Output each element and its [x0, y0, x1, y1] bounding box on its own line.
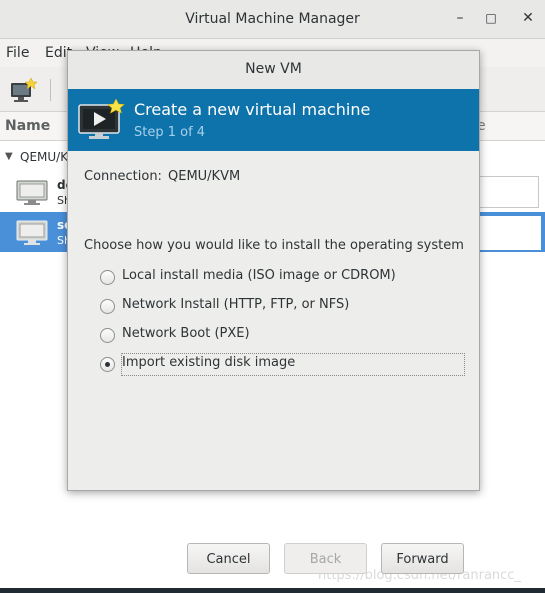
new-vm-toolbar-button[interactable]	[8, 75, 38, 103]
radio-button[interactable]	[100, 299, 115, 314]
new-vm-banner-icon	[78, 99, 125, 139]
vm-monitor-icon	[16, 180, 48, 205]
wizard-banner: Create a new virtual machine Step 1 of 4	[68, 89, 479, 151]
desktop-edge	[0, 588, 545, 593]
connection-field-value: QEMU/KVM	[168, 169, 241, 184]
menu-file[interactable]: File	[6, 45, 29, 61]
cancel-button[interactable]: Cancel	[187, 543, 270, 574]
dialog-titlebar[interactable]: New VM	[68, 51, 479, 90]
back-button[interactable]: Back	[284, 543, 367, 574]
new-vm-dialog: New VM Create a new virtual machine Step…	[67, 50, 480, 574]
new-vm-icon	[11, 77, 38, 102]
cpu-usage-graph	[475, 176, 539, 208]
option-import-disk-image[interactable]: Import existing disk image	[100, 353, 466, 376]
banner-title: Create a new virtual machine	[134, 100, 371, 119]
vm-monitor-icon	[16, 220, 48, 245]
dialog-content: Connection: QEMU/KVM Choose how you woul…	[68, 151, 479, 574]
radio-button[interactable]	[100, 328, 115, 343]
dialog-title: New VM	[245, 61, 302, 77]
option-local-install-media[interactable]: Local install media (ISO image or CDROM)	[100, 268, 466, 288]
option-label: Network Boot (PXE)	[122, 326, 250, 341]
main-titlebar[interactable]: Virtual Machine Manager – □ ✕	[0, 0, 545, 39]
option-label: Local install media (ISO image or CDROM)	[122, 268, 396, 283]
expand-triangle-icon[interactable]: ▼	[5, 151, 13, 162]
connection-field-label: Connection:	[84, 169, 162, 184]
cpu-usage-graph	[475, 216, 541, 250]
maximize-button[interactable]: □	[481, 8, 501, 28]
column-name-header[interactable]: Name	[5, 118, 50, 134]
radio-button[interactable]	[100, 270, 115, 285]
minimize-button[interactable]: –	[450, 8, 470, 28]
radio-button-selected[interactable]	[100, 357, 115, 372]
option-label: Import existing disk image	[122, 355, 296, 370]
close-button[interactable]: ✕	[518, 8, 538, 28]
option-network-install[interactable]: Network Install (HTTP, FTP, or NFS)	[100, 297, 466, 317]
install-method-prompt: Choose how you would like to install the…	[84, 238, 464, 253]
toolbar-separator	[50, 79, 51, 101]
option-label: Network Install (HTTP, FTP, or NFS)	[122, 297, 350, 312]
option-network-boot[interactable]: Network Boot (PXE)	[100, 326, 466, 346]
forward-button[interactable]: Forward	[381, 543, 464, 574]
banner-step: Step 1 of 4	[134, 125, 206, 140]
